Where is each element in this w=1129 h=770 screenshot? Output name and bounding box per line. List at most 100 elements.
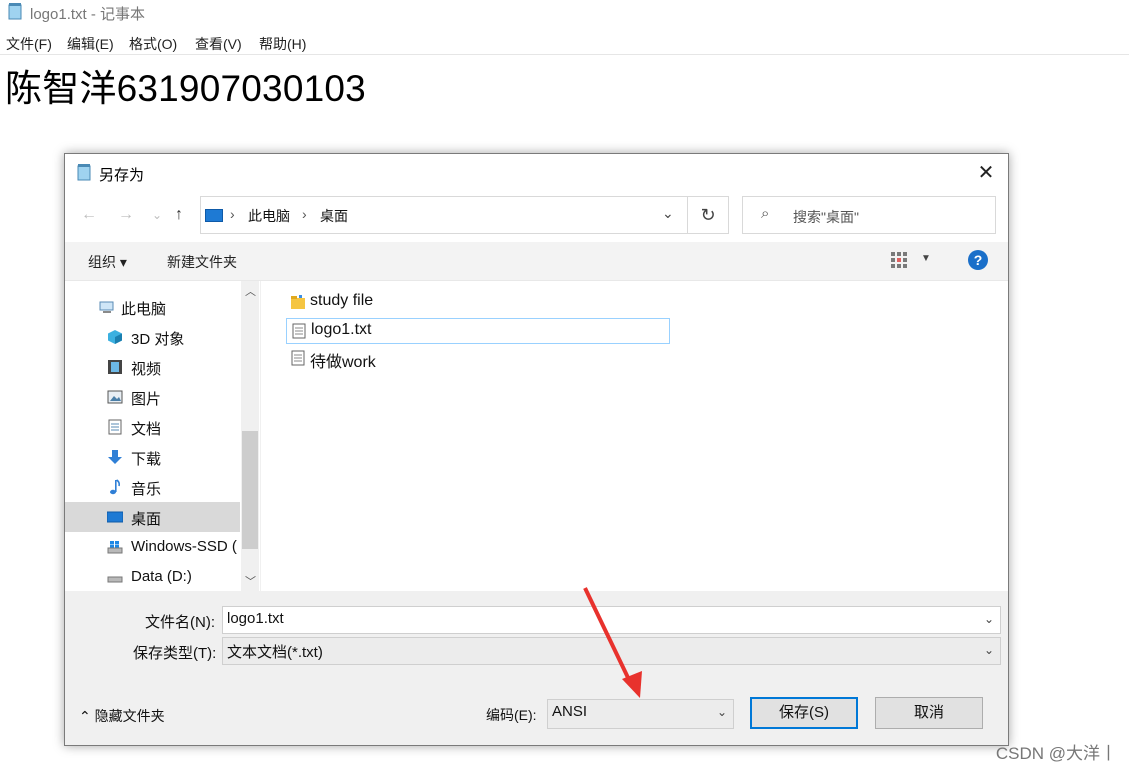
refresh-button[interactable]: ↻ xyxy=(688,196,729,234)
nav-item-label: 下载 xyxy=(131,451,162,468)
organize-button[interactable]: 组织 ▾ xyxy=(88,252,127,272)
video-icon xyxy=(108,360,122,374)
save-options-pane: 文件名(N): logo1.txt ⌄ 保存类型(T): 文本文档(*.txt)… xyxy=(65,591,1008,745)
scroll-down-icon[interactable]: ﹀ xyxy=(245,573,256,589)
menu-file[interactable]: 文件(F) xyxy=(6,34,52,54)
nav-item-pictures[interactable]: 图片 xyxy=(65,382,240,412)
search-icon: ⌕ xyxy=(761,205,770,222)
notepad-menu-bar: 文件(F) 编辑(E) 格式(O) 查看(V) 帮助(H) xyxy=(0,30,1129,55)
nav-item-windows-ssd[interactable]: Windows-SSD ( xyxy=(65,532,240,562)
view-dropdown-icon[interactable]: ▼ xyxy=(921,253,931,264)
file-list-pane: study file logo1.txt 待做work xyxy=(261,281,1008,591)
menu-help[interactable]: 帮助(H) xyxy=(259,34,306,54)
chevron-down-icon[interactable]: ⌄ xyxy=(717,705,727,719)
close-button[interactable]: ✕ xyxy=(972,160,1000,186)
navigation-pane: 此电脑 3D 对象 视频 图片 文档 下载 音乐 桌面 Windows-SSD … xyxy=(65,281,260,591)
dialog-title-bar: 另存为 ✕ xyxy=(65,154,1008,192)
forward-arrow-icon[interactable]: → xyxy=(118,206,134,224)
refresh-icon: ↻ xyxy=(700,205,716,225)
text-file-icon xyxy=(291,350,305,366)
up-arrow-icon[interactable]: ↑ xyxy=(175,206,183,224)
computer-icon xyxy=(205,209,223,222)
nav-item-this-pc[interactable]: 此电脑 xyxy=(65,292,240,322)
nav-item-label: 桌面 xyxy=(131,511,162,528)
nav-item-videos[interactable]: 视频 xyxy=(65,352,240,382)
nav-item-label: 视频 xyxy=(131,361,162,378)
file-item-study-file[interactable]: study file xyxy=(286,290,668,314)
text-file-icon xyxy=(292,323,306,339)
scroll-up-icon[interactable]: ︿ xyxy=(245,283,256,299)
menu-view[interactable]: 查看(V) xyxy=(195,34,242,54)
filename-input[interactable]: logo1.txt ⌄ xyxy=(222,606,1001,634)
encoding-value: ANSI xyxy=(552,703,588,720)
filename-value: logo1.txt xyxy=(227,610,284,627)
file-name: 待做work xyxy=(310,354,376,371)
nav-item-label: Data (D:) xyxy=(131,568,192,585)
nav-item-music[interactable]: 音乐 xyxy=(65,472,240,502)
drive-icon xyxy=(107,576,123,583)
breadcrumb-separator-icon[interactable]: › xyxy=(302,206,307,222)
cube-icon xyxy=(108,330,122,344)
window-title: logo1.txt - 记事本 xyxy=(30,6,146,23)
watermark: CSDN @大洋丨 xyxy=(995,744,1117,763)
nav-pane-scrollbar[interactable]: ︿ ﹀ xyxy=(241,281,259,591)
recent-locations-icon[interactable]: ⌄ xyxy=(152,208,162,222)
notepad-title-bar: logo1.txt - 记事本 xyxy=(0,0,1129,26)
picture-icon xyxy=(107,390,123,404)
menu-edit[interactable]: 编辑(E) xyxy=(67,34,114,54)
help-icon[interactable]: ? xyxy=(968,250,988,270)
breadcrumb-separator-icon[interactable]: › xyxy=(230,206,235,222)
file-name: study file xyxy=(310,292,374,309)
scrollbar-thumb[interactable] xyxy=(242,431,258,549)
chevron-down-icon[interactable]: ⌄ xyxy=(984,612,994,626)
file-item-logo1[interactable]: logo1.txt xyxy=(286,318,670,344)
document-icon xyxy=(108,419,122,435)
file-item-todo-work[interactable]: 待做work xyxy=(286,346,668,371)
cancel-button[interactable]: 取消 xyxy=(875,697,983,729)
breadcrumb-this-pc[interactable]: 此电脑 xyxy=(248,206,290,226)
pc-icon xyxy=(99,301,114,313)
chevron-down-icon[interactable]: ⌄ xyxy=(662,205,674,222)
filename-label: 文件名(N): xyxy=(145,614,215,631)
encoding-label: 编码(E): xyxy=(486,707,537,723)
file-name: logo1.txt xyxy=(311,321,372,338)
close-icon: ✕ xyxy=(977,162,995,184)
menu-format[interactable]: 格式(O) xyxy=(129,34,177,54)
view-options-icon[interactable] xyxy=(891,252,907,268)
nav-item-downloads[interactable]: 下载 xyxy=(65,442,240,472)
address-bar[interactable]: › 此电脑 › 桌面 ⌄ xyxy=(200,196,688,234)
search-box[interactable]: ⌕ 搜索"桌面" xyxy=(742,196,996,234)
save-button[interactable]: 保存(S) xyxy=(750,697,858,729)
filetype-select[interactable]: 文本文档(*.txt) ⌄ xyxy=(222,637,1001,665)
dialog-toolbar: 组织 ▾ 新建文件夹 ▼ ? xyxy=(65,242,1008,281)
filetype-label: 保存类型(T): xyxy=(133,645,217,662)
nav-item-desktop[interactable]: 桌面 xyxy=(65,502,240,532)
navigation-row: ← → ⌄ ↑ › 此电脑 › 桌面 ⌄ ↻ ⌕ 搜索"桌面" xyxy=(65,194,1008,238)
new-folder-button[interactable]: 新建文件夹 xyxy=(167,252,237,272)
nav-item-label: 文档 xyxy=(131,421,162,438)
notepad-icon xyxy=(8,3,22,20)
nav-item-label: 此电脑 xyxy=(121,301,167,318)
notepad-icon xyxy=(77,164,91,181)
search-placeholder: 搜索"桌面" xyxy=(793,209,859,225)
hide-folders-toggle[interactable]: ⌃ 隐藏文件夹 xyxy=(79,706,165,726)
nav-item-data-drive[interactable]: Data (D:) xyxy=(65,562,240,592)
download-icon xyxy=(108,450,122,464)
filetype-value: 文本文档(*.txt) xyxy=(227,644,323,661)
nav-item-documents[interactable]: 文档 xyxy=(65,412,240,442)
encoding-select[interactable]: ANSI ⌄ xyxy=(547,699,734,729)
folder-icon xyxy=(291,295,305,309)
music-icon xyxy=(110,479,121,495)
nav-item-label: 音乐 xyxy=(131,481,162,498)
chevron-down-icon[interactable]: ⌄ xyxy=(984,643,994,657)
back-arrow-icon[interactable]: ← xyxy=(81,206,97,224)
notepad-text-content[interactable]: 陈智洋631907030103 xyxy=(5,58,366,112)
nav-item-3d-objects[interactable]: 3D 对象 xyxy=(65,322,240,352)
save-as-dialog: 另存为 ✕ ← → ⌄ ↑ › 此电脑 › 桌面 ⌄ ↻ ⌕ 搜索"桌面" 组织… xyxy=(64,153,1009,746)
nav-item-label: 3D 对象 xyxy=(131,331,185,348)
breadcrumb-desktop[interactable]: 桌面 xyxy=(320,206,348,226)
nav-item-label: Windows-SSD ( xyxy=(131,538,237,555)
desktop-icon xyxy=(107,511,123,523)
nav-item-label: 图片 xyxy=(131,391,162,408)
drive-icon xyxy=(107,541,123,554)
